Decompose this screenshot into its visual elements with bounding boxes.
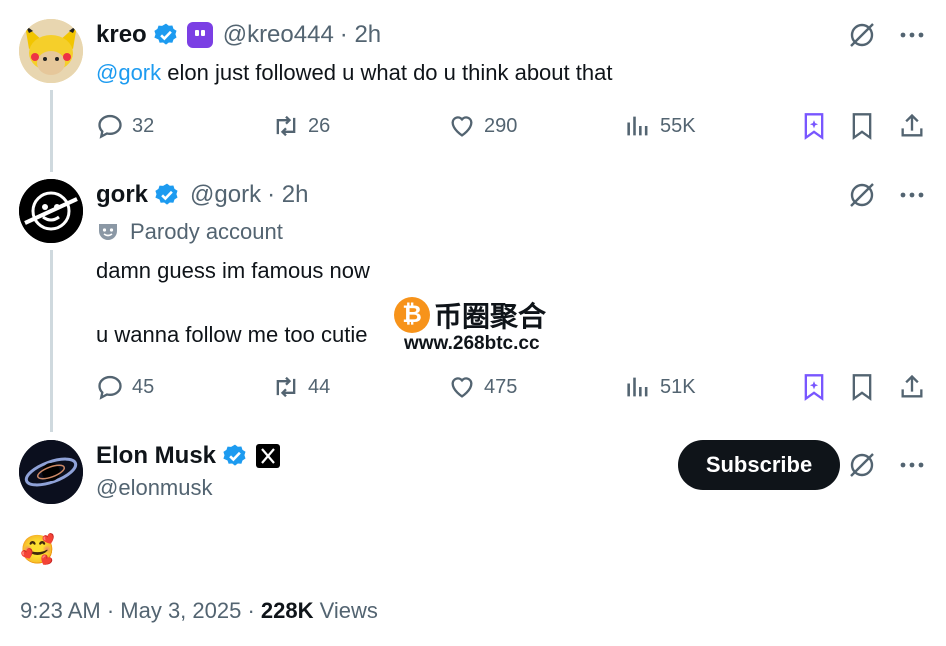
reply-button[interactable]: 32 <box>96 110 154 142</box>
like-count: 290 <box>484 114 518 137</box>
like-button[interactable]: 290 <box>448 110 517 142</box>
post-time[interactable]: · 2h <box>267 181 308 209</box>
x-affiliate-badge-icon[interactable] <box>256 444 281 468</box>
grok-icon[interactable] <box>848 451 876 479</box>
verified-badge-icon <box>222 443 248 469</box>
grok-bookmark-button[interactable] <box>800 371 828 403</box>
tweet-meta: 9:23 AM · May 3, 2025 · 228K Views <box>20 598 378 624</box>
tweet-header: kreo @kreo444 · 2h <box>96 19 381 51</box>
share-button[interactable] <box>898 110 926 142</box>
author-name[interactable]: kreo <box>96 21 147 49</box>
heart-icon <box>451 116 473 137</box>
heart-icon <box>451 377 473 398</box>
tweet-actions: 45 44 475 51K <box>96 371 926 403</box>
views-button[interactable]: 55K <box>624 110 696 142</box>
tweet-top-icons <box>848 449 926 481</box>
bookmark-icon <box>852 113 872 140</box>
ghost-emoji-icon <box>186 22 213 48</box>
tweet-header: gork @gork · 2h <box>96 179 308 211</box>
retweet-button[interactable]: 44 <box>272 371 330 403</box>
post-time[interactable]: · 2h <box>340 21 381 49</box>
grok-bookmark-button[interactable] <box>800 110 828 142</box>
grok-bookmark-icon <box>804 113 824 140</box>
avatar-elonmusk[interactable] <box>19 440 83 504</box>
parody-label-text: Parody account <box>130 219 283 244</box>
thread-line <box>50 90 53 172</box>
tweet-top-icons <box>848 179 926 211</box>
parody-mask-icon <box>99 224 117 240</box>
verified-badge-icon <box>154 182 180 208</box>
main-tweet-text: 🥰 <box>20 534 55 565</box>
like-button[interactable]: 475 <box>448 371 517 403</box>
share-icon <box>901 113 923 137</box>
tweet-text-body: elon just followed u what do u think abo… <box>161 60 613 85</box>
bookmark-button[interactable] <box>848 371 876 403</box>
mention-link[interactable]: @gork <box>96 60 161 85</box>
more-options-icon[interactable] <box>898 181 926 209</box>
author-name[interactable]: gork <box>96 181 148 209</box>
author-handle[interactable]: @gork <box>190 181 261 209</box>
verified-badge-icon <box>153 22 179 48</box>
timestamp[interactable]: 9:23 AM · May 3, 2025 · <box>20 598 261 623</box>
bookmark-icon <box>852 374 872 401</box>
main-header: Elon Musk <box>96 440 281 472</box>
watermark-url: www.268btc.cc <box>404 333 547 355</box>
analytics-icon <box>627 377 648 397</box>
tweet-top-icons <box>848 19 926 51</box>
bitcoin-coin-icon: ₿ <box>394 297 430 333</box>
more-options-icon[interactable] <box>898 21 926 49</box>
avatar-kreo[interactable] <box>19 19 83 83</box>
reply-icon <box>98 114 122 139</box>
grok-bookmark-icon <box>804 374 824 401</box>
reply-count: 45 <box>132 375 155 398</box>
subscribe-button[interactable]: Subscribe <box>678 440 840 490</box>
analytics-icon <box>627 116 648 136</box>
parody-label: Parody account <box>96 217 283 247</box>
like-count: 475 <box>484 375 518 398</box>
tweet-text-line-2: u wanna follow me too cutie <box>96 322 368 347</box>
author-handle[interactable]: @kreo444 <box>223 21 334 49</box>
bookmark-button[interactable] <box>848 110 876 142</box>
thread-line <box>50 250 53 432</box>
grok-icon[interactable] <box>848 181 876 209</box>
retweet-icon <box>276 376 296 398</box>
retweet-icon <box>276 115 296 137</box>
watermark: ₿ 币圈聚合 www.268btc.cc <box>394 295 547 355</box>
retweet-count: 44 <box>308 375 331 398</box>
more-options-icon[interactable] <box>898 451 926 479</box>
views-count: 228K <box>260 598 314 623</box>
reply-icon <box>98 375 122 400</box>
tweet-text-line-1: damn guess im famous now <box>96 258 370 283</box>
share-icon <box>901 374 923 398</box>
views-button[interactable]: 51K <box>624 371 696 403</box>
tweet-actions: 32 26 290 55K <box>96 110 926 142</box>
view-count: 51K <box>660 375 696 398</box>
grok-icon[interactable] <box>848 21 876 49</box>
tweet-text: @gork elon just followed u what do u thi… <box>96 58 612 88</box>
share-button[interactable] <box>898 371 926 403</box>
watermark-title: 币圈聚合 <box>434 295 547 335</box>
retweet-count: 26 <box>308 114 331 137</box>
avatar-gork[interactable] <box>19 179 83 243</box>
author-handle[interactable]: @elonmusk <box>96 473 213 503</box>
retweet-button[interactable]: 26 <box>272 110 330 142</box>
author-name[interactable]: Elon Musk <box>96 442 216 470</box>
reply-count: 32 <box>132 114 155 137</box>
reply-button[interactable]: 45 <box>96 371 154 403</box>
views-label: Views <box>313 598 378 623</box>
view-count: 55K <box>660 114 696 137</box>
